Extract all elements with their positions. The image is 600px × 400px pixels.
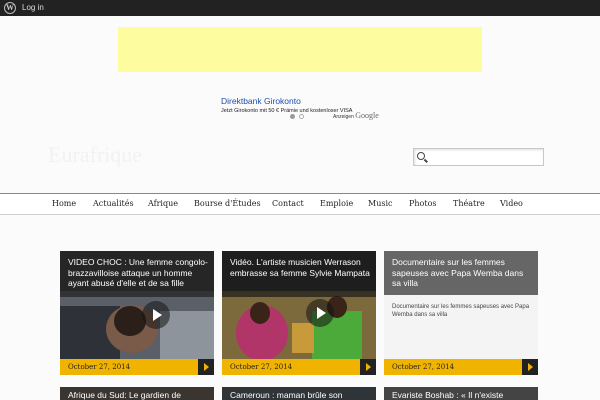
card-title[interactable]: Vidéo. L'artiste musicien Werrason embra… [230, 257, 372, 278]
card-title[interactable]: Afrique du Sud: Le gardien de [68, 390, 210, 400]
nav-item-contact[interactable]: Contact [272, 194, 304, 214]
card-footer: October 27, 2014 [384, 359, 538, 375]
card-title[interactable]: Evariste Boshab : « Il n'existe [392, 390, 534, 400]
nav-item-home[interactable]: Home [52, 194, 76, 214]
card-footer: October 27, 2014 [60, 359, 214, 375]
ad-brand: Anzeigen Google [333, 112, 379, 121]
card-title[interactable]: VIDEO CHOC : Une femme congolo-brazzavil… [68, 257, 210, 289]
ad-title-link[interactable]: Direktbank Girokonto [221, 96, 301, 106]
nav-item-actualites[interactable]: Actualités [93, 194, 134, 214]
card-thumbnail[interactable]: Vidéo. L'artiste musicien Werrason embra… [222, 251, 376, 359]
card-excerpt: Documentaire sur les femmes sapeuses ave… [384, 295, 538, 359]
main-nav: Home Actualités Afrique Bourse d'Études … [0, 193, 600, 215]
login-link[interactable]: Log in [22, 2, 44, 14]
wordpress-icon[interactable]: W [4, 2, 16, 14]
ad-banner[interactable] [118, 27, 482, 72]
search-input[interactable] [428, 150, 540, 164]
google-logo: Google [355, 111, 379, 120]
arrow-right-icon[interactable] [522, 359, 538, 375]
card-date: October 27, 2014 [230, 363, 293, 371]
nav-item-bourse[interactable]: Bourse d'Études [194, 194, 261, 214]
nav-item-music[interactable]: Music [368, 194, 393, 214]
nav-item-video[interactable]: Video [500, 194, 523, 214]
nav-item-theatre[interactable]: Théatre [453, 194, 485, 214]
search-box[interactable] [413, 148, 544, 166]
arrow-right-icon[interactable] [360, 359, 376, 375]
card-date: October 27, 2014 [68, 363, 131, 371]
nav-item-afrique[interactable]: Afrique [148, 194, 178, 214]
site-title[interactable]: Eurafrique [48, 142, 142, 168]
arrow-right-icon[interactable] [198, 359, 214, 375]
card-thumbnail[interactable]: Evariste Boshab : « Il n'existe [384, 387, 538, 400]
card-thumbnail[interactable]: VIDEO CHOC : Une femme congolo-brazzavil… [60, 251, 214, 359]
search-icon [417, 152, 425, 160]
play-icon[interactable] [306, 299, 334, 327]
ad-dot-2[interactable] [299, 114, 304, 119]
nav-item-emploie[interactable]: Emploie [320, 194, 353, 214]
card-thumbnail[interactable]: Cameroun : maman brûle son [222, 387, 376, 400]
ad-brand-prefix: Anzeigen [333, 114, 354, 120]
card-thumbnail[interactable]: Afrique du Sud: Le gardien de [60, 387, 214, 400]
card-footer: October 27, 2014 [222, 359, 376, 375]
ad-dot-1[interactable] [290, 114, 295, 119]
play-icon[interactable] [142, 301, 170, 329]
card-title[interactable]: Cameroun : maman brûle son [230, 390, 372, 400]
card-date: October 27, 2014 [392, 363, 455, 371]
card-title[interactable]: Documentaire sur les femmes sapeuses ave… [392, 257, 534, 289]
admin-bar: W Log in [0, 0, 600, 16]
nav-item-photos[interactable]: Photos [409, 194, 437, 214]
card-thumbnail[interactable]: Documentaire sur les femmes sapeuses ave… [384, 251, 538, 359]
